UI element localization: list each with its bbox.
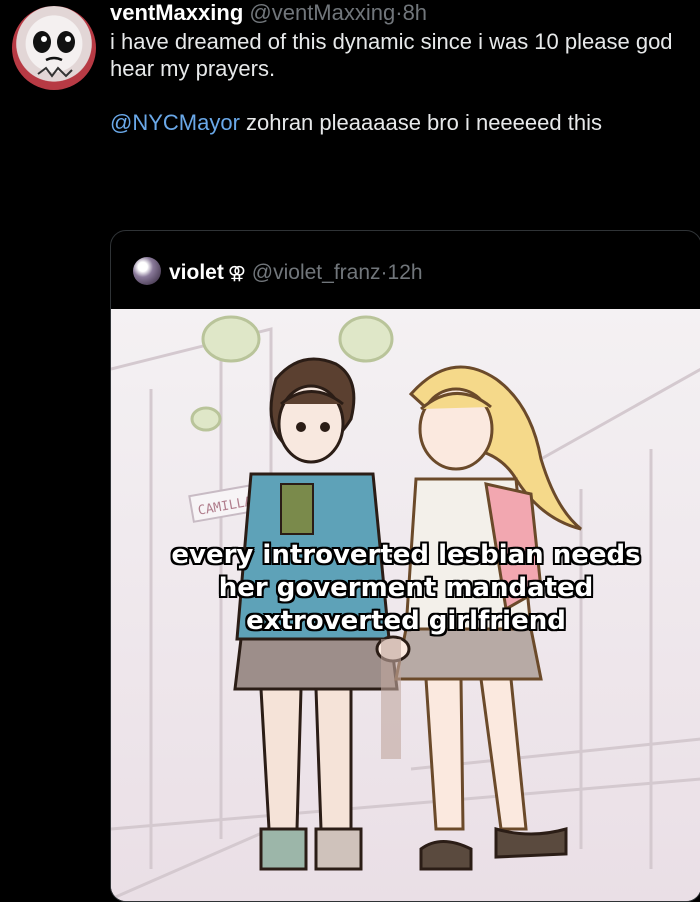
display-name[interactable]: ventMaxxing (110, 0, 243, 25)
caption-line-1: every introverted lesbian needs (171, 540, 641, 570)
tweet-line-2-text: zohran pleaaaase bro i neeeeed this (239, 110, 602, 135)
tweet-line-2: @NYCMayor zohran pleaaaase bro i neeeeed… (110, 109, 695, 136)
quote-handle[interactable]: @violet_franz (252, 261, 381, 284)
quote-display-name[interactable]: violet (169, 261, 224, 284)
mention-link[interactable]: @NYCMayor (110, 110, 240, 135)
quote-media-image[interactable]: CAMILLA every introverted lesbian needs … (111, 309, 700, 901)
quote-avatar-icon[interactable] (133, 257, 161, 285)
quoted-tweet[interactable]: violet ⚢ @violet_franz·12h CAMILLA every… (110, 230, 700, 902)
tweet-line-1: i have dreamed of this dynamic since i w… (110, 29, 673, 81)
meme-caption: every introverted lesbian needs her gove… (111, 539, 700, 638)
quote-timestamp[interactable]: 12h (388, 261, 423, 284)
tweet-header: ventMaxxing @ventMaxxing·8h (110, 0, 427, 30)
tweet-text: i have dreamed of this dynamic since i w… (110, 28, 695, 136)
caption-line-2: her goverment mandated (218, 573, 594, 603)
quote-header: violet ⚢ @violet_franz·12h (133, 257, 423, 291)
quote-name-symbol: ⚢ (227, 263, 246, 283)
separator: · (395, 0, 403, 25)
tweet: ventMaxxing @ventMaxxing·8h i have dream… (0, 0, 700, 902)
handle[interactable]: @ventMaxxing (249, 0, 395, 25)
quote-separator: · (380, 261, 388, 284)
caption-line-3: extroverted girlfriend (246, 606, 566, 636)
timestamp[interactable]: 8h (403, 0, 427, 25)
avatar-icon[interactable] (12, 6, 96, 90)
